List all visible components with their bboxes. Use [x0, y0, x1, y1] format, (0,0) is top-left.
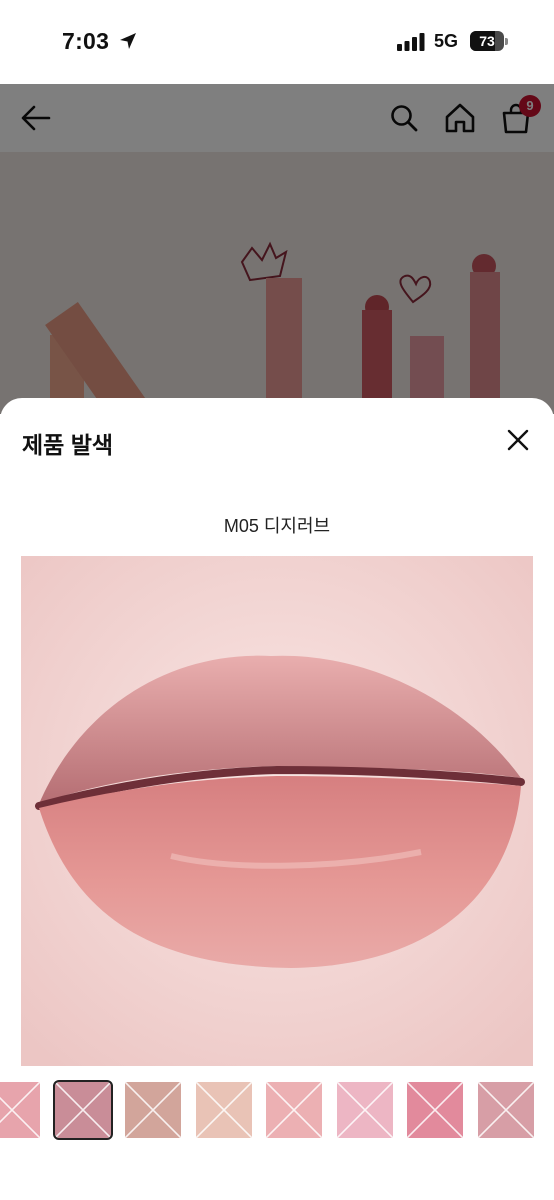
- swatch-thumbnail[interactable]: [478, 1082, 534, 1138]
- swatch-thumbnail[interactable]: [266, 1082, 322, 1138]
- close-icon: [507, 429, 529, 451]
- swatch-thumbnail[interactable]: [196, 1082, 252, 1138]
- battery-icon: 73: [470, 31, 508, 51]
- network-type: 5G: [434, 31, 459, 51]
- status-time: 7:03: [62, 28, 110, 54]
- swatch-thumbnail-strip: [0, 1080, 554, 1140]
- location-arrow-icon: [120, 33, 136, 49]
- swatch-thumbnail[interactable]: [337, 1082, 393, 1138]
- close-button[interactable]: [500, 422, 536, 458]
- swatch-thumbnail[interactable]: [0, 1082, 40, 1138]
- color-swatch-sheet: 제품 발색 M05 디지러브: [0, 398, 554, 1200]
- shade-name: M05 디지러브: [223, 516, 331, 536]
- swatch-thumbnail[interactable]: [53, 1080, 113, 1140]
- status-bar: 7:03 5G 73: [0, 0, 554, 84]
- battery-percent: 73: [479, 33, 495, 49]
- cellular-signal-icon: [397, 33, 425, 51]
- sheet-title: 제품 발색: [22, 432, 114, 458]
- modal-dim-overlay[interactable]: [0, 84, 554, 414]
- swatch-thumbnail[interactable]: [407, 1082, 463, 1138]
- swatch-thumbnail[interactable]: [125, 1082, 181, 1138]
- lip-swatch-photo: [21, 556, 533, 1066]
